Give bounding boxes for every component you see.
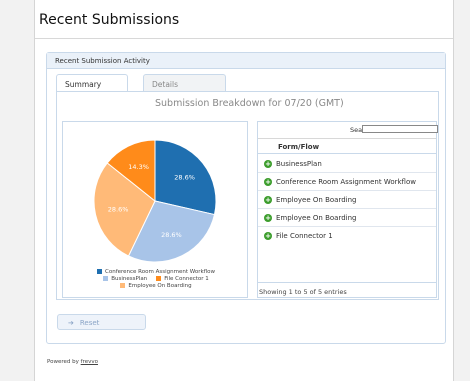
tab-details[interactable]: Details: [143, 74, 226, 92]
legend-swatch-light-blue: [103, 276, 109, 281]
content-card: Recent Submissions Recent Submission Act…: [34, 0, 454, 381]
plus-icon[interactable]: +: [264, 177, 272, 186]
legend-swatch-blue: [97, 269, 102, 274]
summary-content: Submission Breakdown for 07/20 (GMT) 28.…: [56, 91, 439, 300]
plus-icon[interactable]: +: [264, 232, 272, 240]
entries-info: Showing 1 to 5 of 5 entries: [258, 282, 436, 298]
panel-title: Recent Submission Activity: [47, 53, 445, 69]
reset-label: Reset: [79, 319, 100, 327]
legend-swatch-peach: [120, 283, 126, 288]
pie-chart-box: 28.6% 28.6% 28.6% 14.3% Conference Room Ass…: [62, 121, 248, 298]
frevvo-link[interactable]: frevvo: [81, 359, 98, 365]
row-label: File Connector 1: [276, 232, 333, 240]
legend-label: File Connector 1: [164, 275, 209, 282]
arrow-icon: ➔: [68, 319, 74, 327]
form-flow-table: Search: Form/Flow + BusinessPlan + Confe…: [257, 121, 438, 298]
column-header-form-flow[interactable]: Form/Flow: [258, 138, 436, 154]
legend-label: Conference Room Assignment Workflow: [105, 268, 215, 275]
page: Recent Submissions Recent Submission Act…: [0, 0, 470, 381]
legend-row: Employee On Boarding: [63, 282, 249, 289]
table-row[interactable]: + BusinessPlan: [258, 155, 436, 173]
powered-by: Powered by frevvo: [47, 359, 98, 365]
activity-panel: Recent Submission Activity Summary Detai…: [46, 52, 446, 344]
row-label: Employee On Boarding: [276, 213, 357, 222]
reset-button[interactable]: ➔ Reset: [57, 314, 146, 330]
plus-icon[interactable]: +: [264, 159, 272, 168]
plus-icon[interactable]: +: [264, 195, 272, 204]
pie-slice-label: 28.6%: [161, 231, 182, 239]
page-title: Recent Submissions: [39, 12, 180, 28]
chart-legend: Conference Room Assignment Workflow Busi…: [63, 268, 249, 289]
tab-summary[interactable]: Summary: [56, 74, 128, 92]
pie-slice-label: 28.6%: [108, 205, 129, 213]
row-label: BusinessPlan: [276, 159, 322, 168]
plus-icon[interactable]: +: [264, 213, 272, 222]
legend-row: Conference Room Assignment Workflow: [63, 268, 249, 275]
table-row[interactable]: + File Connector 1: [258, 227, 436, 245]
legend-label: Employee On Boarding: [128, 282, 192, 289]
breakdown-heading: Submission Breakdown for 07/20 (GMT): [155, 98, 344, 109]
table-row[interactable]: + Employee On Boarding: [258, 191, 436, 209]
legend-swatch-orange: [156, 276, 162, 281]
legend-label: BusinessPlan: [111, 275, 148, 282]
row-label: Conference Room Assignment Workflow: [276, 177, 416, 186]
table-row[interactable]: + Conference Room Assignment Workflow: [258, 173, 436, 191]
divider: [35, 38, 453, 39]
legend-row: BusinessPlan File Connector 1: [63, 275, 249, 282]
pie-slice-label: 14.3%: [128, 163, 149, 171]
row-label: Employee On Boarding: [276, 195, 357, 204]
search-input[interactable]: [362, 125, 438, 133]
table-row[interactable]: + Employee On Boarding: [258, 209, 436, 227]
powered-by-text: Powered by: [47, 359, 79, 365]
pie-chart: 28.6% 28.6% 28.6% 14.3%: [93, 139, 217, 263]
pie-slice-label: 28.6%: [174, 173, 195, 181]
